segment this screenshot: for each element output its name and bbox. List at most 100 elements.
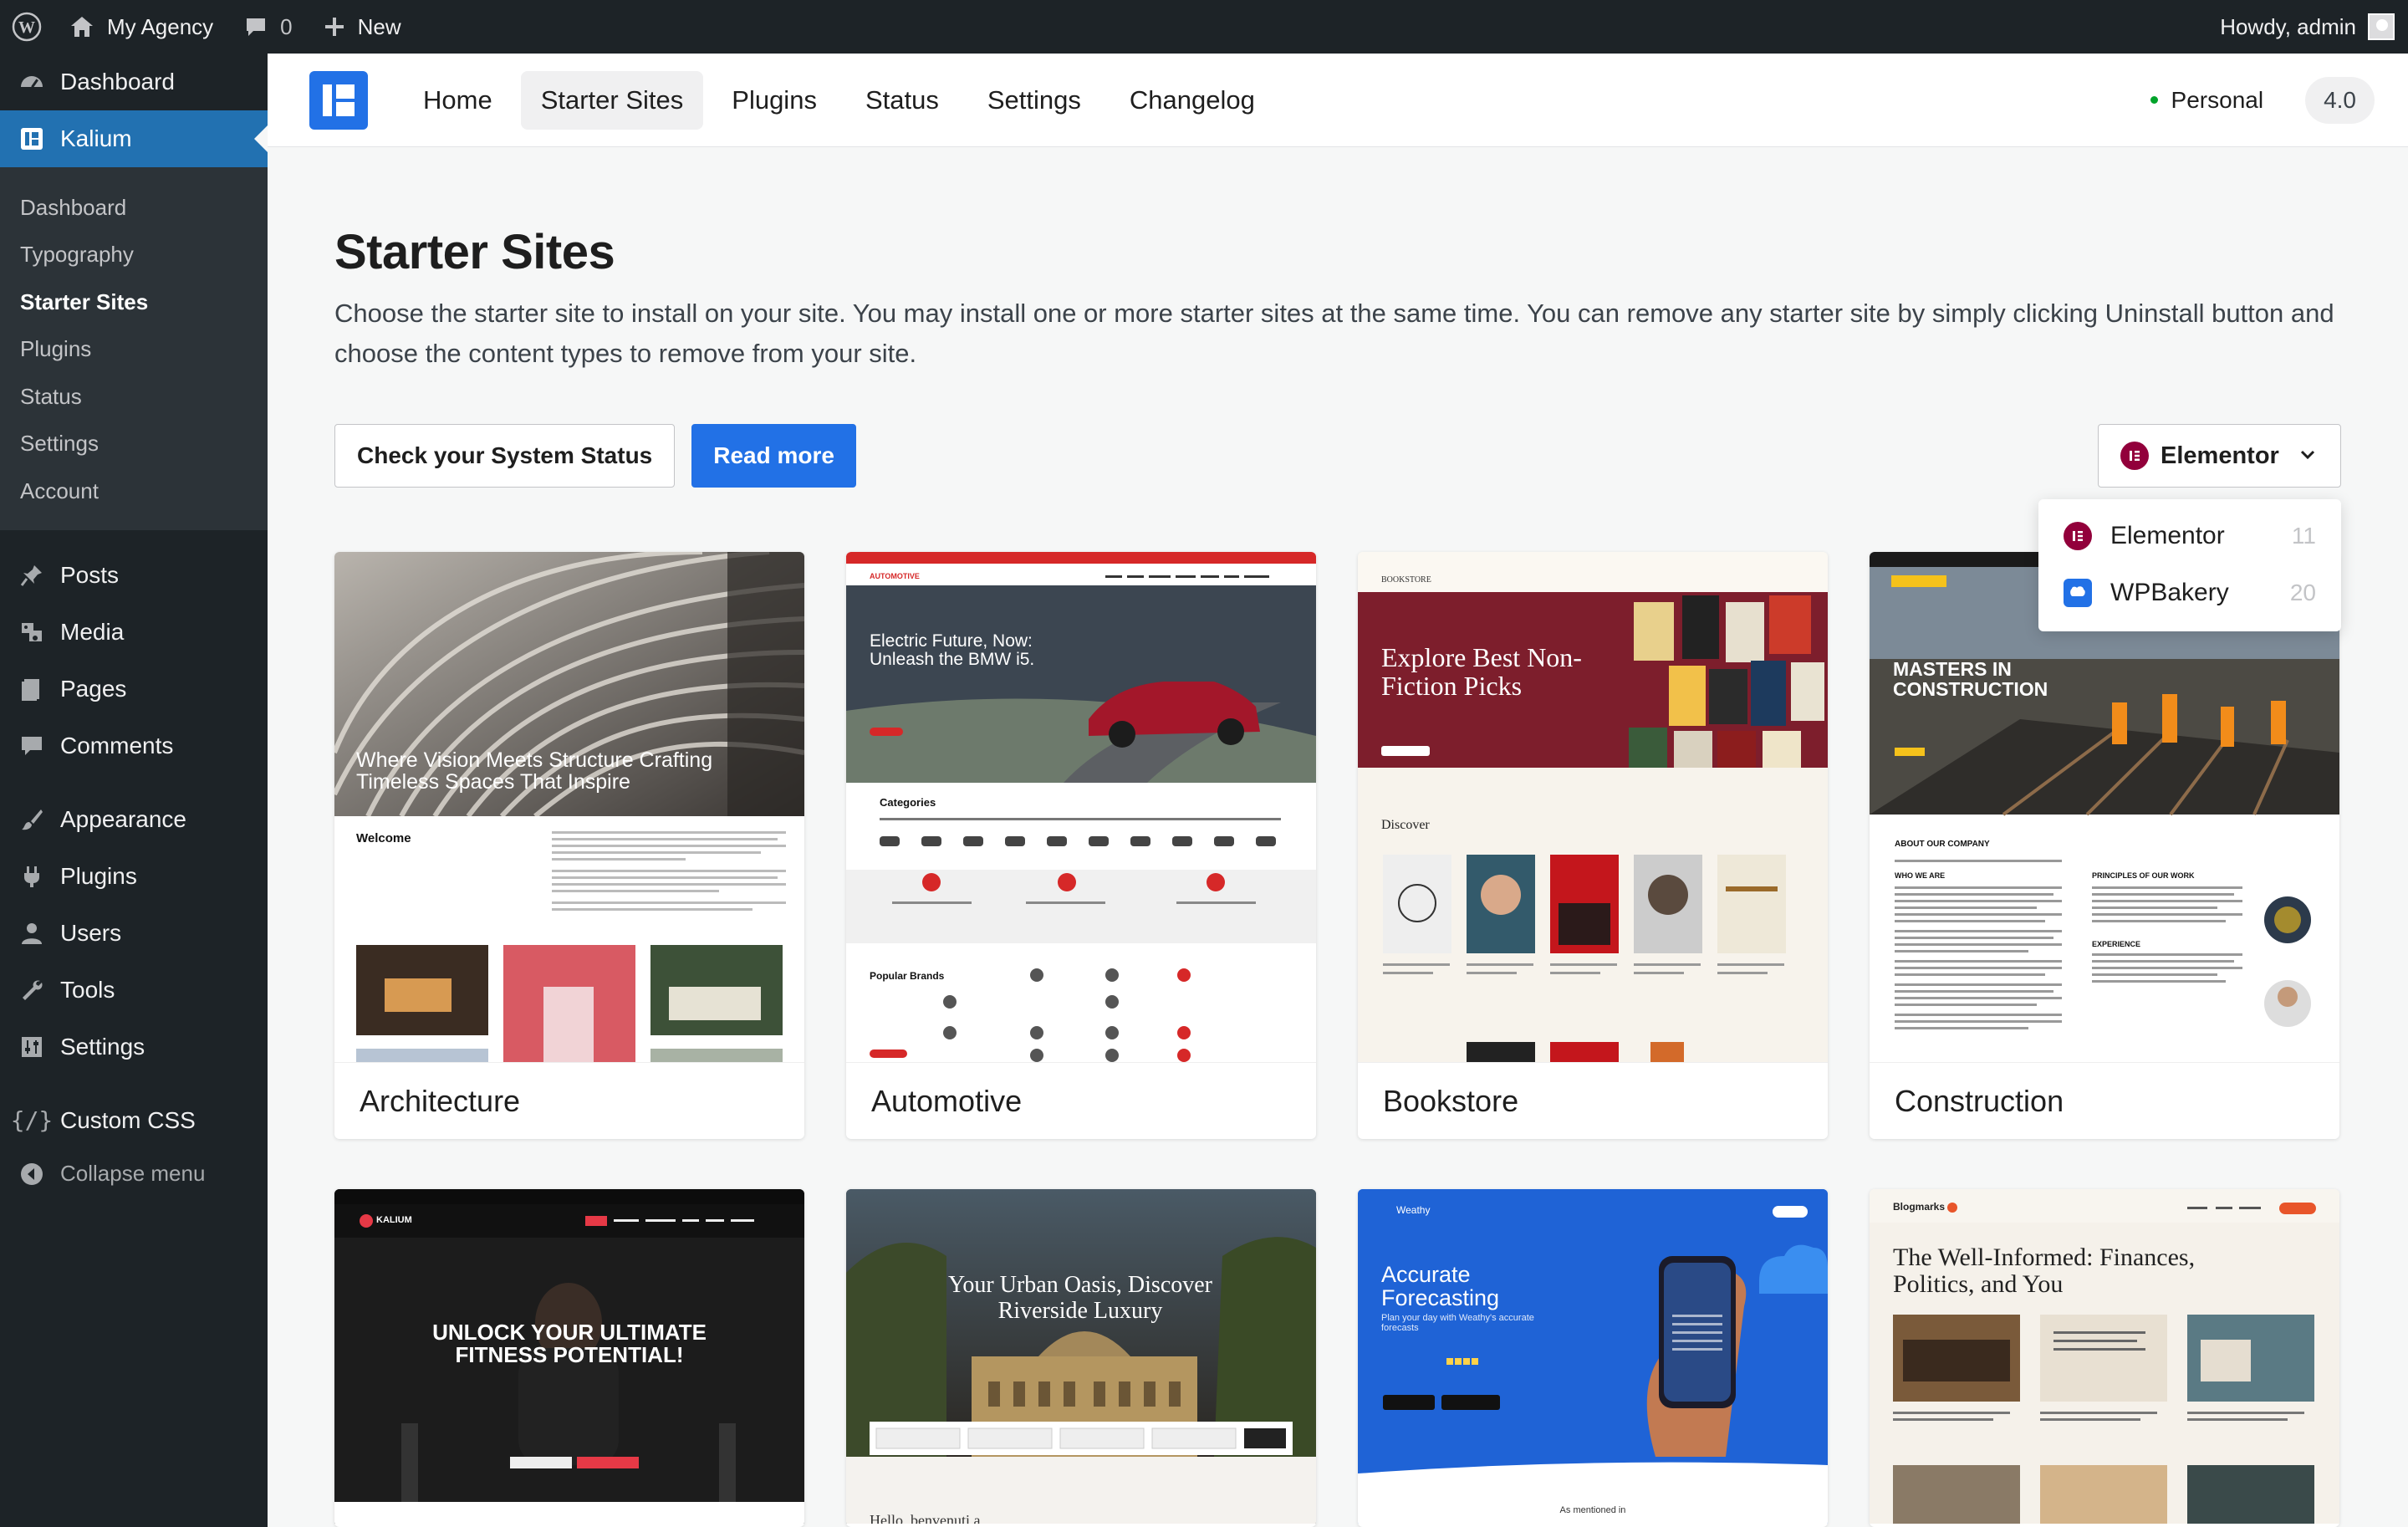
wordpress-logo-icon[interactable]: W (0, 0, 54, 54)
menu-label: Pages (60, 675, 127, 702)
builder-option-elementor[interactable]: Elementor 11 (2038, 508, 2341, 564)
menu-label: Settings (60, 1033, 145, 1060)
settings-sliders-icon (17, 1032, 47, 1062)
comment-bubble-icon (247, 18, 266, 36)
menu-posts[interactable]: Posts (0, 547, 268, 604)
my-account-link[interactable]: Howdy, admin (2205, 0, 2408, 54)
preview-logo: Blogmarks (1893, 1201, 1946, 1213)
starter-site-card[interactable]: AUTOMOTIVE Electric Future, Now: Unleash… (846, 552, 1316, 1139)
plug-icon (17, 861, 47, 891)
menu-appearance[interactable]: Appearance (0, 791, 268, 848)
admin-bar: W My Agency 0 New Howdy, admin (0, 0, 2408, 54)
starter-site-card[interactable]: KALIUM UNLOCK YOUR ULTIMATE FITNESS POTE… (334, 1189, 804, 1527)
home-icon (71, 17, 93, 37)
menu-users[interactable]: Users (0, 905, 268, 962)
submenu-account[interactable]: Account (0, 467, 268, 515)
menu-label: Users (60, 919, 122, 946)
pushpin-icon (17, 560, 47, 590)
builder-option-wpbakery[interactable]: WPBakery 20 (2038, 564, 2341, 621)
kalium-submenu: Dashboard Typography Starter Sites Plugi… (0, 167, 268, 530)
collapse-menu-button[interactable]: Collapse menu (0, 1149, 268, 1199)
site-preview-automotive: AUTOMOTIVE Electric Future, Now: Unleash… (846, 552, 1316, 1062)
submenu-dashboard[interactable]: Dashboard (0, 184, 268, 232)
header-right: Personal 4.0 (2150, 76, 2375, 124)
status-dot (2150, 96, 2158, 104)
submenu-starter-sites[interactable]: Starter Sites (0, 278, 268, 326)
svg-text:AUTOMOTIVE: AUTOMOTIVE (870, 572, 920, 580)
submenu-status[interactable]: Status (0, 373, 268, 421)
plus-icon (324, 18, 344, 36)
kalium-logo-icon[interactable] (309, 70, 368, 130)
code-braces-icon: {/} (10, 1106, 54, 1134)
starter-site-card[interactable]: Weathy Accurate Forecasting Plan your da… (1358, 1189, 1828, 1527)
menu-label: Tools (60, 976, 115, 1003)
option-label: Elementor (2110, 522, 2225, 549)
dashboard-gauge-icon (17, 67, 47, 97)
nav-changelog[interactable]: Changelog (1110, 71, 1275, 130)
submenu-typography[interactable]: Typography (0, 232, 268, 279)
starter-site-card[interactable]: Where Vision Meets Structure Crafting Ti… (334, 552, 804, 1139)
menu-dashboard[interactable]: Dashboard (0, 54, 268, 110)
site-name: Bookstore (1358, 1062, 1828, 1139)
starter-site-card[interactable]: BOOKSTORE Explore Best Non-Fiction Picks… (1358, 552, 1828, 1139)
option-count: 11 (2291, 523, 2316, 549)
elementor-icon (2120, 442, 2149, 470)
read-more-button[interactable]: Read more (691, 424, 856, 488)
license-status: Personal (2150, 87, 2263, 114)
nav-starter-sites[interactable]: Starter Sites (520, 70, 704, 130)
nav-plugins[interactable]: Plugins (712, 71, 837, 130)
preview-hero-text: UNLOCK YOUR ULTIMATE FITNESS POTENTIAL! (432, 1320, 707, 1368)
nav-status[interactable]: Status (845, 71, 959, 130)
nav-home[interactable]: Home (403, 71, 513, 130)
pages-icon (17, 674, 47, 704)
starter-site-card[interactable]: Blogmarks The Well-Informed: Finances, P… (1870, 1189, 2339, 1527)
menu-custom-css[interactable]: {/} Custom CSS (0, 1092, 268, 1149)
nav-settings[interactable]: Settings (967, 71, 1101, 130)
kalium-nav: Home Starter Sites Plugins Status Settin… (403, 70, 1283, 130)
page-builder-select[interactable]: Elementor (2098, 424, 2341, 488)
starter-site-card[interactable]: Your Urban Oasis, Discover Riverside Lux… (846, 1189, 1316, 1527)
site-preview-architecture: Where Vision Meets Structure Crafting Ti… (334, 552, 804, 1062)
kalium-icon (17, 124, 47, 154)
menu-comments[interactable]: Comments (0, 718, 268, 774)
preview-hero-text: The Well-Informed: Finances, Politics, a… (1893, 1244, 2196, 1298)
menu-pages[interactable]: Pages (0, 661, 268, 718)
collapse-arrow-icon (17, 1159, 47, 1189)
preview-hero-text: Your Urban Oasis, Discover Riverside Lux… (947, 1272, 1212, 1324)
chevron-down-icon (2298, 442, 2317, 470)
menu-kalium[interactable]: Kalium (0, 110, 268, 167)
page-title: Starter Sites (334, 225, 615, 279)
media-icon (17, 617, 47, 647)
version-badge: 4.0 (2305, 76, 2375, 124)
preview-discover: Discover (1381, 818, 1430, 832)
preview-mentioned: As mentioned in (1559, 1505, 1626, 1515)
preview-welcome: Welcome (356, 831, 411, 845)
starter-site-card[interactable]: MASTERS IN CONSTRUCTION ABOUT OUR COMPAN… (1870, 552, 2339, 1139)
main-content: Starter Sites Choose the starter site to… (334, 147, 2341, 631)
preview-hero-text: Explore Best Non-Fiction Picks (1381, 642, 1582, 701)
menu-media[interactable]: Media (0, 604, 268, 661)
menu-settings[interactable]: Settings (0, 1019, 268, 1075)
preview-principles: PRINCIPLES OF OUR WORK (2092, 871, 2195, 880)
comments-link[interactable]: 0 (228, 0, 307, 54)
option-count: 20 (2289, 580, 2316, 605)
menu-plugins[interactable]: Plugins (0, 848, 268, 905)
new-label: New (357, 13, 401, 39)
check-system-status-button[interactable]: Check your System Status (334, 424, 676, 488)
comments-icon (17, 731, 47, 761)
submenu-settings[interactable]: Settings (0, 421, 268, 468)
elementor-icon (2064, 522, 2092, 550)
menu-label: Media (60, 618, 125, 645)
menu-label: Custom CSS (60, 1106, 196, 1133)
paintbrush-icon (17, 804, 47, 835)
menu-label: Collapse menu (60, 1161, 206, 1186)
submenu-plugins[interactable]: Plugins (0, 326, 268, 374)
new-content-link[interactable]: New (308, 0, 416, 54)
preview-about: ABOUT OUR COMPANY (1895, 840, 1990, 849)
menu-tools[interactable]: Tools (0, 962, 268, 1019)
preview-sub: Hello, benvenuti a (870, 1512, 981, 1524)
wrench-icon (17, 975, 47, 1005)
site-preview-bookstore: BOOKSTORE Explore Best Non-Fiction Picks… (1358, 552, 1828, 1062)
site-name-link[interactable]: My Agency (54, 0, 228, 54)
svg-text:W: W (18, 18, 35, 37)
